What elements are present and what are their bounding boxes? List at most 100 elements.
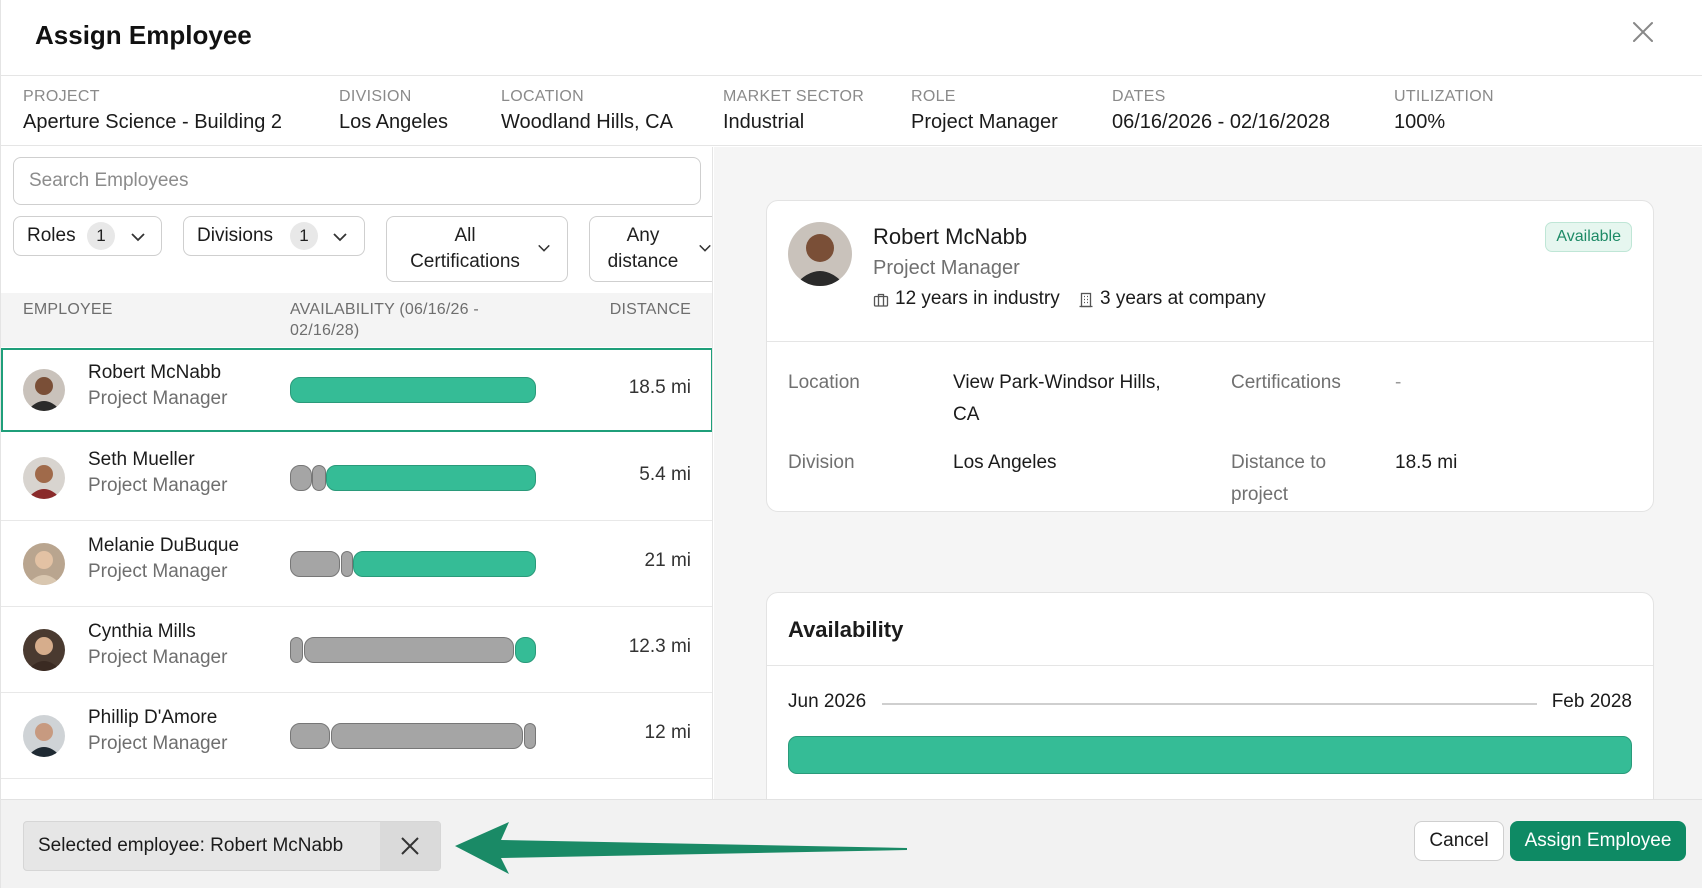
unavailable-segment <box>304 637 514 663</box>
divisions-filter[interactable]: Divisions 1 <box>183 216 365 256</box>
availability-bar <box>290 551 536 577</box>
availability-bar <box>290 465 536 491</box>
avatar <box>23 369 65 411</box>
location-value: View Park-Windsor Hills, CA <box>953 372 1161 425</box>
employee-role: Project Manager <box>88 475 228 496</box>
distance-value: 18.5 mi <box>1395 452 1458 473</box>
table-row[interactable]: Phillip D'Amore Project Manager 12 mi <box>1 693 712 779</box>
profile-role: Project Manager <box>873 257 1020 279</box>
employee-list-pane: Roles 1 Divisions 1 All Certifications A… <box>1 147 713 799</box>
employee-detail-pane: Robert McNabb Project Manager Available … <box>714 147 1702 799</box>
employee-role: Project Manager <box>88 561 228 582</box>
employee-distance: 21 mi <box>644 550 691 571</box>
info-market-sector: MARKET SECTOR Industrial <box>723 88 865 133</box>
chevron-down-icon <box>131 233 145 242</box>
annotation-arrow <box>455 822 907 874</box>
info-location: LOCATION Woodland Hills, CA <box>501 88 673 133</box>
profile-name: Robert McNabb <box>873 224 1028 249</box>
employee-name: Phillip D'Amore <box>88 707 218 728</box>
certifications-value: - <box>1395 372 1402 393</box>
info-dates: DATES 06/16/2026 - 02/16/2028 <box>1112 88 1330 133</box>
profile-avatar <box>788 222 852 286</box>
profile-card: Robert McNabb Project Manager Available … <box>766 200 1654 512</box>
employee-name: Seth Mueller <box>88 449 195 470</box>
cancel-button[interactable]: Cancel <box>1414 821 1504 861</box>
header-employee: EMPLOYEE <box>23 301 113 318</box>
employee-distance: 12 mi <box>644 722 691 743</box>
dialog-header: Assign Employee <box>1 0 1702 76</box>
selected-employee-chip: Selected employee: Robert McNabb <box>23 821 441 871</box>
avatar <box>23 543 65 585</box>
table-row[interactable]: Melanie DuBuque Project Manager 21 mi <box>1 521 712 607</box>
availability-timeline-bar <box>788 736 1632 774</box>
unavailable-segment <box>524 723 536 749</box>
avatar <box>23 457 65 499</box>
availability-title: Availability <box>788 617 904 642</box>
employee-distance: 12.3 mi <box>628 636 691 657</box>
table-row[interactable]: Robert McNabb Project Manager 18.5 mi <box>1 348 712 432</box>
header-availability: AVAILABILITY (06/16/26 - 02/16/28) <box>290 301 479 339</box>
unavailable-segment <box>341 551 353 577</box>
certifications-filter[interactable]: All Certifications <box>386 216 568 282</box>
company-years: 3 years at company <box>1100 288 1266 309</box>
industry-years: 12 years in industry <box>895 288 1060 309</box>
roles-count-badge: 1 <box>87 222 115 250</box>
table-header: EMPLOYEE AVAILABILITY (06/16/26 - 02/16/… <box>1 293 712 347</box>
certifications-label: Certifications <box>1231 372 1341 393</box>
close-icon[interactable] <box>1631 20 1655 44</box>
employee-name: Melanie DuBuque <box>88 535 240 556</box>
employee-name: Robert McNabb <box>88 362 222 383</box>
available-segment <box>515 637 536 663</box>
table-row[interactable]: Cynthia Mills Project Manager 12.3 mi <box>1 607 712 693</box>
unavailable-segment <box>290 723 330 749</box>
employee-role: Project Manager <box>88 388 228 409</box>
timeline-axis <box>882 703 1537 705</box>
timeline-end: Feb 2028 <box>1551 691 1632 712</box>
chevron-down-icon <box>333 233 347 242</box>
avatar <box>23 715 65 757</box>
card-divider <box>767 341 1653 342</box>
info-utilization: UTILIZATION 100% <box>1394 88 1494 133</box>
dialog-title: Assign Employee <box>35 20 252 50</box>
project-info-bar: PROJECT Aperture Science - Building 2 DI… <box>1 76 1702 146</box>
assign-employee-dialog: Assign Employee PROJECT Aperture Science… <box>0 0 1702 888</box>
assign-employee-button[interactable]: Assign Employee <box>1510 821 1686 861</box>
availability-card: Availability Jun 2026 Feb 2028 <box>766 592 1654 799</box>
unavailable-segment <box>290 551 340 577</box>
location-label: Location <box>788 372 860 393</box>
employee-role: Project Manager <box>88 647 228 668</box>
selected-employee-text: Selected employee: Robert McNabb <box>38 835 344 856</box>
building-icon <box>1079 292 1093 308</box>
info-division: DIVISION Los Angeles <box>339 88 448 133</box>
unavailable-segment <box>290 637 303 663</box>
info-project: PROJECT Aperture Science - Building 2 <box>23 88 283 133</box>
availability-bar <box>290 377 536 403</box>
close-icon <box>401 837 419 855</box>
divisions-count-badge: 1 <box>290 222 318 250</box>
employee-distance: 18.5 mi <box>628 377 691 398</box>
chevron-down-icon <box>538 244 550 252</box>
unavailable-segment <box>290 465 312 491</box>
division-value: Los Angeles <box>953 452 1057 473</box>
distance-filter[interactable]: Any distance <box>589 216 712 282</box>
distance-label: Distance to project <box>1231 452 1327 505</box>
table-row[interactable]: Seth Mueller Project Manager 5.4 mi <box>1 435 712 521</box>
info-role: ROLE Project Manager <box>911 88 1058 133</box>
briefcase-icon <box>873 293 889 307</box>
search-input[interactable] <box>13 157 701 205</box>
roles-filter[interactable]: Roles 1 <box>13 216 162 256</box>
unavailable-segment <box>312 465 326 491</box>
header-distance: DISTANCE <box>609 301 691 318</box>
division-label: Division <box>788 452 855 473</box>
timeline-start: Jun 2026 <box>788 691 867 712</box>
employee-distance: 5.4 mi <box>639 464 691 485</box>
availability-bar <box>290 723 536 749</box>
status-badge: Available <box>1545 222 1632 252</box>
availability-bar <box>290 637 536 663</box>
avatar <box>23 629 65 671</box>
clear-selection-button[interactable] <box>380 822 440 870</box>
chevron-down-icon <box>699 244 711 252</box>
available-segment <box>290 377 536 403</box>
card-divider <box>767 665 1653 666</box>
available-segment <box>326 465 536 491</box>
